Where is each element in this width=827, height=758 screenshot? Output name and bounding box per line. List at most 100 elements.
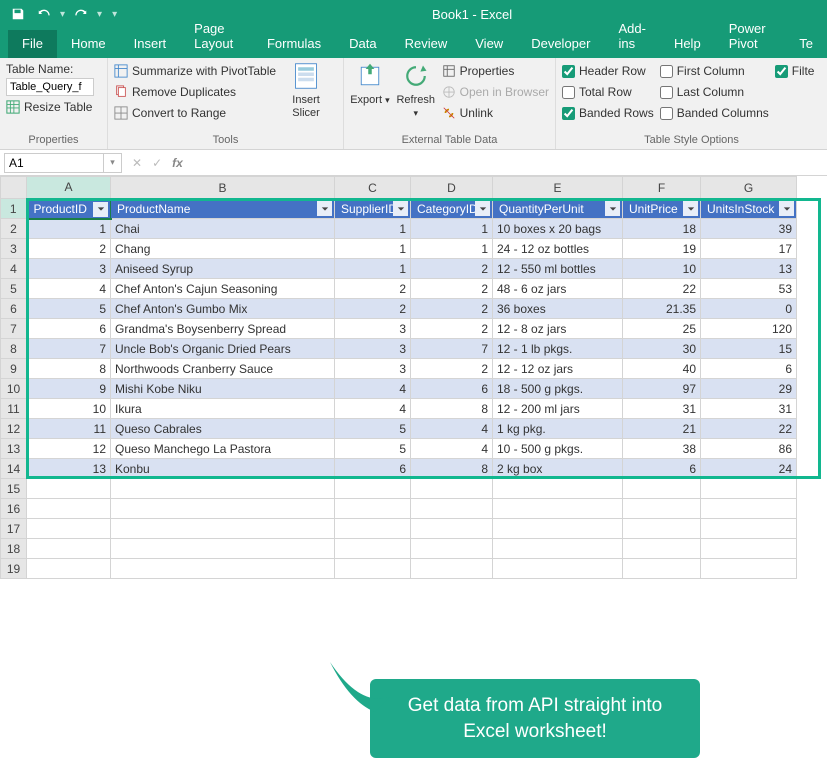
col-header[interactable]: F [623, 177, 701, 199]
filter-dropdown-icon[interactable] [605, 201, 620, 216]
tab-power-pivot[interactable]: Power Pivot [715, 15, 786, 58]
data-cell[interactable]: 9 [27, 379, 111, 399]
tab-file[interactable]: File [8, 30, 57, 58]
data-cell[interactable]: 38 [623, 439, 701, 459]
table-name-input[interactable] [6, 78, 94, 96]
table-header-cell[interactable]: QuantityPerUnit [493, 199, 623, 219]
data-cell[interactable]: 6 [335, 459, 411, 479]
data-cell[interactable]: 31 [623, 399, 701, 419]
data-cell[interactable]: 12 [27, 439, 111, 459]
data-cell[interactable]: 11 [27, 419, 111, 439]
row-header[interactable]: 1 [1, 199, 27, 219]
data-cell[interactable]: 3 [335, 359, 411, 379]
data-cell[interactable]: 12 - 200 ml jars [493, 399, 623, 419]
row-header[interactable]: 2 [1, 219, 27, 239]
data-cell[interactable]: 1 [335, 219, 411, 239]
empty-cell[interactable] [335, 519, 411, 539]
data-cell[interactable]: 25 [623, 319, 701, 339]
table-header-cell[interactable]: SupplierID [335, 199, 411, 219]
data-cell[interactable]: 1 [411, 239, 493, 259]
row-header[interactable]: 8 [1, 339, 27, 359]
data-cell[interactable]: 4 [335, 399, 411, 419]
data-cell[interactable]: 40 [623, 359, 701, 379]
data-cell[interactable]: 10 boxes x 20 bags [493, 219, 623, 239]
data-cell[interactable]: 2 [335, 279, 411, 299]
data-cell[interactable]: Mishi Kobe Niku [111, 379, 335, 399]
data-cell[interactable]: 7 [411, 339, 493, 359]
filter-dropdown-icon[interactable] [93, 202, 108, 217]
data-cell[interactable]: 12 - 12 oz jars [493, 359, 623, 379]
empty-cell[interactable] [335, 539, 411, 559]
data-cell[interactable]: 22 [701, 419, 797, 439]
filter-dropdown-icon[interactable] [779, 201, 794, 216]
data-cell[interactable]: 3 [335, 319, 411, 339]
data-cell[interactable]: 18 [623, 219, 701, 239]
tab-insert[interactable]: Insert [120, 30, 181, 58]
banded-rows-checkbox[interactable]: Banded Rows [562, 104, 654, 122]
data-cell[interactable]: 22 [623, 279, 701, 299]
save-icon[interactable] [8, 4, 28, 24]
col-header[interactable]: G [701, 177, 797, 199]
convert-range-button[interactable]: Convert to Range [114, 104, 276, 122]
empty-cell[interactable] [701, 499, 797, 519]
last-col-checkbox[interactable]: Last Column [660, 83, 769, 101]
row-header[interactable]: 11 [1, 399, 27, 419]
data-cell[interactable]: 4 [411, 419, 493, 439]
row-header[interactable]: 7 [1, 319, 27, 339]
empty-cell[interactable] [27, 499, 111, 519]
empty-cell[interactable] [111, 479, 335, 499]
table-header-cell[interactable]: ProductID [27, 199, 111, 219]
empty-cell[interactable] [335, 559, 411, 579]
data-cell[interactable]: Ikura [111, 399, 335, 419]
tab-review[interactable]: Review [391, 30, 462, 58]
table-header-cell[interactable]: ProductName [111, 199, 335, 219]
data-cell[interactable]: 24 - 12 oz bottles [493, 239, 623, 259]
data-cell[interactable]: 30 [623, 339, 701, 359]
refresh-button[interactable]: Refresh ▾ [396, 62, 436, 120]
data-cell[interactable]: 48 - 6 oz jars [493, 279, 623, 299]
data-cell[interactable]: 1 [411, 219, 493, 239]
tab-home[interactable]: Home [57, 30, 120, 58]
empty-cell[interactable] [27, 539, 111, 559]
export-button[interactable]: Export ▾ [350, 62, 390, 107]
empty-cell[interactable] [493, 559, 623, 579]
col-header[interactable]: C [335, 177, 411, 199]
remove-duplicates-button[interactable]: Remove Duplicates [114, 83, 276, 101]
data-cell[interactable]: Grandma's Boysenberry Spread [111, 319, 335, 339]
data-cell[interactable]: 8 [411, 459, 493, 479]
first-col-checkbox[interactable]: First Column [660, 62, 769, 80]
data-cell[interactable]: 5 [335, 419, 411, 439]
data-cell[interactable]: 6 [27, 319, 111, 339]
empty-cell[interactable] [411, 539, 493, 559]
data-cell[interactable]: Aniseed Syrup [111, 259, 335, 279]
resize-table-button[interactable]: Resize Table [6, 98, 94, 116]
tab-view[interactable]: View [461, 30, 517, 58]
row-header[interactable]: 14 [1, 459, 27, 479]
data-cell[interactable]: Queso Manchego La Pastora [111, 439, 335, 459]
data-cell[interactable]: 21 [623, 419, 701, 439]
data-cell[interactable]: 12 - 8 oz jars [493, 319, 623, 339]
data-cell[interactable]: 10 - 500 g pkgs. [493, 439, 623, 459]
data-cell[interactable]: 21.35 [623, 299, 701, 319]
empty-cell[interactable] [27, 519, 111, 539]
filter-dropdown-icon[interactable] [317, 201, 332, 216]
data-cell[interactable]: 19 [623, 239, 701, 259]
filter-dropdown-icon[interactable] [683, 201, 698, 216]
data-cell[interactable]: 6 [411, 379, 493, 399]
data-cell[interactable]: 12 - 1 lb pkgs. [493, 339, 623, 359]
data-cell[interactable]: 18 - 500 g pkgs. [493, 379, 623, 399]
data-cell[interactable]: 2 [411, 259, 493, 279]
table-properties-button[interactable]: Properties [442, 62, 549, 80]
data-cell[interactable]: 0 [701, 299, 797, 319]
data-cell[interactable]: Northwoods Cranberry Sauce [111, 359, 335, 379]
data-cell[interactable]: 6 [623, 459, 701, 479]
data-cell[interactable]: Chef Anton's Gumbo Mix [111, 299, 335, 319]
name-box-dropdown[interactable]: ▾ [104, 153, 122, 173]
empty-cell[interactable] [27, 479, 111, 499]
data-cell[interactable]: 5 [335, 439, 411, 459]
data-cell[interactable]: 7 [27, 339, 111, 359]
row-header[interactable]: 4 [1, 259, 27, 279]
data-cell[interactable]: 2 [27, 239, 111, 259]
row-header[interactable]: 3 [1, 239, 27, 259]
filter-dropdown-icon[interactable] [475, 201, 490, 216]
